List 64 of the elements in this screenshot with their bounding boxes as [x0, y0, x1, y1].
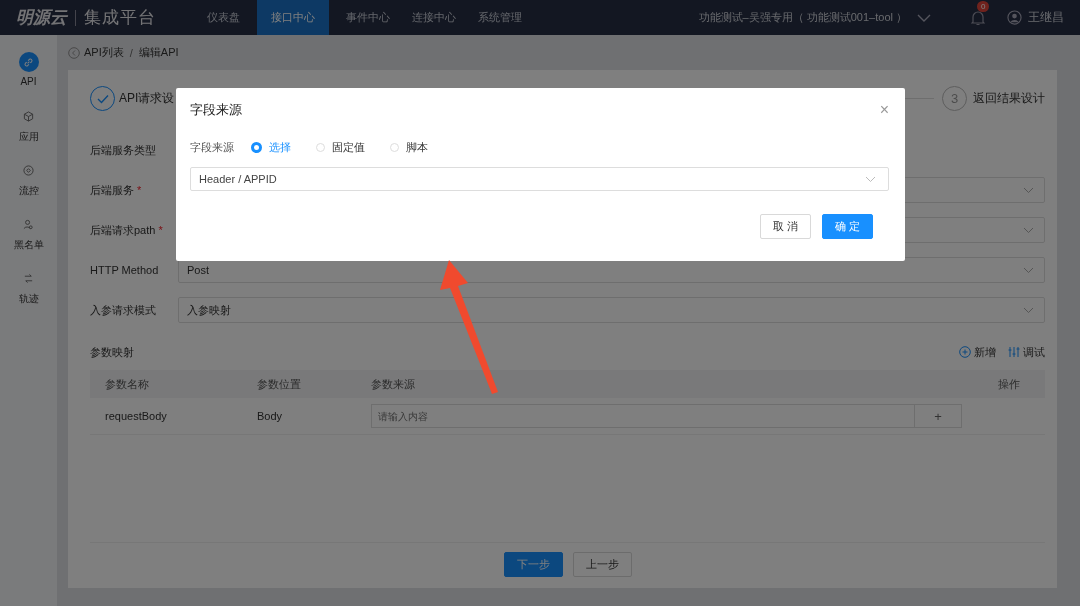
sidebar-label[interactable]: 应用: [18, 130, 39, 144]
next-button[interactable]: 下一步: [503, 552, 563, 577]
form-label: 入参请求模式: [90, 302, 157, 318]
sidebar-label[interactable]: API: [20, 76, 37, 87]
form-label: 后端服务 *: [90, 182, 143, 198]
tenant-selector[interactable]: 功能测试–吴强专用（ 功能测试001–tool ）: [698, 10, 907, 25]
form-label: 后端请求path *: [90, 222, 164, 238]
section-title: 参数映射: [90, 344, 134, 360]
chevron-down-icon: [1023, 266, 1034, 274]
bell-icon[interactable]: [971, 9, 985, 26]
dialog-title: 字段来源: [190, 101, 242, 119]
source-input[interactable]: 请输入内容: [371, 404, 914, 428]
required-mark: *: [137, 183, 142, 196]
column-header: 参数位置: [257, 376, 302, 392]
add-button[interactable]: +: [914, 404, 962, 428]
nav-tab[interactable]: 仪表盘: [196, 0, 251, 35]
column-header: 参数来源: [371, 376, 416, 392]
nav-tab[interactable]: 事件中心: [335, 0, 401, 35]
cancel-button[interactable]: 取 消: [759, 214, 811, 239]
select-field[interactable]: 入参映射: [178, 297, 1045, 323]
breadcrumb-separator: /: [129, 46, 133, 59]
table-cell-text: requestBody: [105, 410, 168, 422]
radio-button[interactable]: [251, 141, 262, 153]
source-select[interactable]: Header / APPID: [190, 167, 889, 191]
product-name: 集成平台: [84, 7, 156, 29]
action-link[interactable]: 调试: [1008, 344, 1045, 360]
add-circle-icon: [959, 346, 971, 358]
radio-option[interactable]: 脚本: [390, 139, 428, 155]
step-label: API请求设: [119, 90, 175, 107]
sliders-icon: [1008, 346, 1020, 358]
nav-tab[interactable]: 系统管理: [467, 0, 533, 35]
chevron-down-icon: [1023, 226, 1034, 234]
step-label: 返回结果设计: [973, 90, 1045, 107]
form-label: 后端服务类型: [90, 142, 157, 158]
column-header: 操作: [998, 376, 1021, 392]
form-label: HTTP Method: [90, 264, 160, 276]
breadcrumb-link[interactable]: 编辑API: [138, 45, 179, 60]
sidebar-label[interactable]: 流控: [18, 184, 39, 198]
notification-badge: 0: [977, 0, 990, 12]
chevron-down-icon: [1023, 186, 1034, 194]
logo: 明源云: [16, 7, 67, 29]
nav-tab[interactable]: 连接中心: [401, 0, 467, 35]
back-icon[interactable]: [68, 46, 80, 59]
sidebar-label[interactable]: 轨迹: [18, 292, 39, 306]
sidebar-label[interactable]: 黑名单: [13, 238, 44, 252]
nav-tab[interactable]: 接口中心: [257, 0, 329, 35]
previous-button[interactable]: 上一步: [572, 552, 632, 577]
check-icon: [96, 93, 109, 104]
chevron-down-icon[interactable]: [917, 13, 931, 22]
user-name[interactable]: 王继昌: [1028, 9, 1064, 26]
action-link[interactable]: 新增: [959, 344, 996, 360]
user-avatar-icon[interactable]: [1007, 10, 1022, 25]
required-mark: *: [158, 223, 163, 236]
confirm-button[interactable]: 确 定: [821, 214, 873, 239]
chevron-down-icon: [1023, 306, 1034, 314]
field-label: 字段来源: [190, 139, 235, 155]
column-header: 参数名称: [105, 376, 150, 392]
chevron-down-icon: [865, 175, 876, 183]
table-cell-text: Body: [257, 410, 284, 422]
breadcrumb-link[interactable]: API列表: [84, 45, 124, 60]
sidebar-icon[interactable]: [18, 52, 39, 72]
radio-option[interactable]: 选择: [251, 139, 291, 155]
close-button[interactable]: ×: [879, 102, 889, 118]
radio-option[interactable]: 固定值: [316, 139, 365, 155]
